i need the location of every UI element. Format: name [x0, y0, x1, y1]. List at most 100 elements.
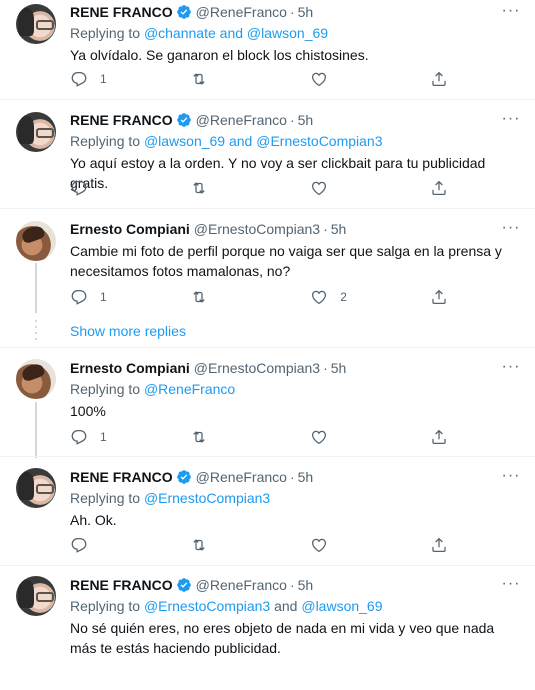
- more-options-icon[interactable]: ···: [501, 468, 521, 491]
- separator-dot: ·: [323, 360, 328, 376]
- avatar[interactable]: [16, 112, 56, 152]
- retweet-button[interactable]: [190, 287, 310, 307]
- share-button[interactable]: [430, 427, 450, 447]
- mention-link[interactable]: @ErnestoCompian3: [144, 490, 270, 506]
- replying-prefix: Replying to: [70, 598, 144, 614]
- mention-link[interactable]: @lawson_69: [144, 133, 225, 149]
- more-options-icon[interactable]: ···: [501, 359, 521, 382]
- share-icon: [432, 429, 446, 445]
- author-name[interactable]: RENE FRANCO: [70, 577, 173, 593]
- reply-count: 1: [100, 72, 107, 86]
- separator-dot: ·: [289, 112, 295, 128]
- reply-icon: [71, 180, 87, 196]
- replying-and: and: [270, 598, 302, 614]
- like-icon: [312, 538, 327, 553]
- author-name[interactable]: Ernesto Compiani: [70, 360, 190, 376]
- share-button[interactable]: [430, 287, 450, 307]
- like-button[interactable]: [310, 535, 430, 555]
- more-options-icon[interactable]: ···: [501, 111, 521, 134]
- share-button[interactable]: [430, 535, 450, 555]
- verified-badge-icon: [176, 578, 191, 592]
- like-icon: [312, 290, 327, 305]
- tweet-text: Cambie mi foto de perfil porque no vaiga…: [70, 243, 502, 279]
- verified-badge-icon: [176, 5, 191, 19]
- like-button[interactable]: [310, 178, 430, 198]
- author-name[interactable]: Ernesto Compiani: [70, 221, 190, 237]
- retweet-button[interactable]: [190, 178, 310, 198]
- avatar[interactable]: [16, 221, 56, 261]
- author-handle[interactable]: @ErnestoCompian3: [194, 221, 320, 237]
- thread-gap-dots: [35, 320, 37, 340]
- share-button[interactable]: [430, 178, 450, 198]
- avatar[interactable]: [16, 576, 56, 616]
- mention-link[interactable]: @ErnestoCompian3: [144, 598, 270, 614]
- author-handle[interactable]: @ReneFranco: [196, 4, 287, 20]
- retweet-icon: [193, 73, 205, 85]
- timestamp[interactable]: 5h: [298, 577, 314, 593]
- tweet-header: RENE FRANCO @ReneFranco · 5h: [70, 467, 519, 487]
- author-name[interactable]: RENE FRANCO: [70, 469, 173, 485]
- mention-link[interactable]: @ErnestoCompian3: [256, 133, 382, 149]
- retweet-button[interactable]: [190, 427, 310, 447]
- more-options-icon[interactable]: ···: [501, 3, 521, 26]
- reply-button[interactable]: [70, 178, 190, 198]
- retweet-icon: [193, 431, 205, 443]
- share-button[interactable]: [430, 69, 450, 89]
- reply-count: 1: [100, 290, 107, 304]
- tweet-text: Ah. Ok.: [70, 512, 117, 528]
- timestamp[interactable]: 5h: [298, 469, 314, 485]
- retweet-button[interactable]: [190, 69, 310, 89]
- timestamp[interactable]: 5h: [331, 221, 347, 237]
- avatar[interactable]: [16, 359, 56, 399]
- replying-to: Replying to @ErnestoCompian3 and @lawson…: [70, 597, 519, 616]
- more-options-icon[interactable]: ···: [501, 220, 521, 243]
- replying-to: Replying to @ErnestoCompian3: [70, 489, 519, 508]
- timestamp[interactable]: 5h: [298, 4, 314, 20]
- reply-icon: [71, 429, 87, 445]
- mention-link[interactable]: @ReneFranco: [144, 381, 235, 397]
- avatar[interactable]: [16, 4, 56, 44]
- more-options-icon[interactable]: ···: [501, 576, 521, 599]
- replying-prefix: Replying to: [70, 490, 144, 506]
- replying-to: Replying to @ReneFranco: [70, 380, 519, 399]
- reply-button[interactable]: 1: [70, 427, 190, 447]
- mention-link[interactable]: @channate: [144, 25, 216, 41]
- author-handle[interactable]: @ReneFranco: [196, 577, 287, 593]
- show-more-replies-link[interactable]: Show more replies: [70, 323, 186, 339]
- reply-button[interactable]: 1: [70, 287, 190, 307]
- reply-button[interactable]: 1: [70, 69, 190, 89]
- tweet[interactable]: RENE FRANCO @ReneFranco · 5h Replying to…: [0, 100, 535, 208]
- avatar[interactable]: [16, 468, 56, 508]
- tweet-header: RENE FRANCO @ReneFranco · 5h: [70, 110, 519, 130]
- mention-link[interactable]: @lawson_69: [247, 25, 328, 41]
- author-handle[interactable]: @ReneFranco: [196, 112, 287, 128]
- author-handle[interactable]: @ReneFranco: [196, 469, 287, 485]
- timestamp[interactable]: 5h: [331, 360, 347, 376]
- tweet[interactable]: RENE FRANCO @ReneFranco · 5h Replying to…: [0, 0, 535, 100]
- like-button[interactable]: [310, 427, 430, 447]
- tweet[interactable]: RENE FRANCO @ReneFranco · 5h Replying to…: [0, 566, 535, 690]
- replying-to: Replying to @lawson_69 and @ErnestoCompi…: [70, 132, 519, 151]
- tweet-text: No sé quién eres, no eres objeto de nada…: [70, 620, 495, 656]
- verified-badge-icon: [176, 470, 191, 484]
- replying-prefix: Replying to: [70, 25, 144, 41]
- like-button[interactable]: [310, 69, 430, 89]
- tweet[interactable]: RENE FRANCO @ReneFranco · 5h Replying to…: [0, 457, 535, 565]
- replying-and: and: [225, 133, 257, 149]
- author-name[interactable]: RENE FRANCO: [70, 4, 173, 20]
- mention-link[interactable]: @lawson_69: [301, 598, 382, 614]
- tweet-header: RENE FRANCO @ReneFranco · 5h: [70, 575, 519, 595]
- tweet-actions: 1: [70, 427, 450, 447]
- reply-count: 1: [100, 430, 107, 444]
- author-name[interactable]: RENE FRANCO: [70, 112, 173, 128]
- thread-line: [35, 263, 37, 313]
- author-handle[interactable]: @ErnestoCompian3: [194, 360, 320, 376]
- like-count: 2: [340, 290, 347, 304]
- retweet-button[interactable]: [190, 535, 310, 555]
- reply-button[interactable]: [70, 535, 190, 555]
- replying-and: and: [215, 25, 247, 41]
- tweet[interactable]: Ernesto Compiani @ErnestoCompian3 · 5h R…: [0, 348, 535, 456]
- timestamp[interactable]: 5h: [298, 112, 314, 128]
- share-icon: [432, 289, 446, 305]
- like-button[interactable]: 2: [310, 287, 430, 307]
